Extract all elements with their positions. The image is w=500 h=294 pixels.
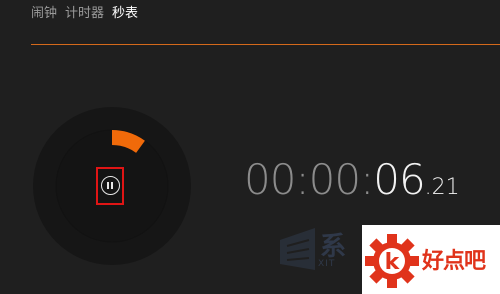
elapsed-time-display: 00:00:06.21	[244, 155, 460, 215]
tab-stopwatch[interactable]: 秒表	[112, 4, 138, 24]
logo-letter: k	[385, 250, 401, 275]
pause-button[interactable]	[96, 167, 124, 205]
seconds-value: 06	[373, 155, 425, 204]
minutes-value: 00	[308, 155, 361, 204]
tab-timer[interactable]: 计时器	[65, 4, 104, 24]
watermark-text: 系	[320, 232, 347, 262]
tab-bar: 闹钟 计时器 秒表	[31, 4, 138, 24]
fraction-value: .21	[424, 175, 460, 200]
pause-icon	[101, 176, 120, 195]
time-separator: :	[295, 155, 309, 204]
time-separator: :	[360, 155, 374, 204]
watermark-shape	[280, 228, 315, 270]
site-logo: k 好点吧	[362, 225, 500, 294]
tab-alarm[interactable]: 闹钟	[31, 4, 57, 24]
header-divider	[31, 44, 500, 45]
watermark-subtext: XIT	[318, 259, 336, 269]
pause-bar-right	[111, 182, 113, 189]
hours-value: 00	[244, 155, 296, 204]
gear-logo-icon: k	[365, 234, 419, 288]
logo-text: 好点吧	[422, 249, 486, 274]
pause-bar-left	[107, 182, 109, 189]
